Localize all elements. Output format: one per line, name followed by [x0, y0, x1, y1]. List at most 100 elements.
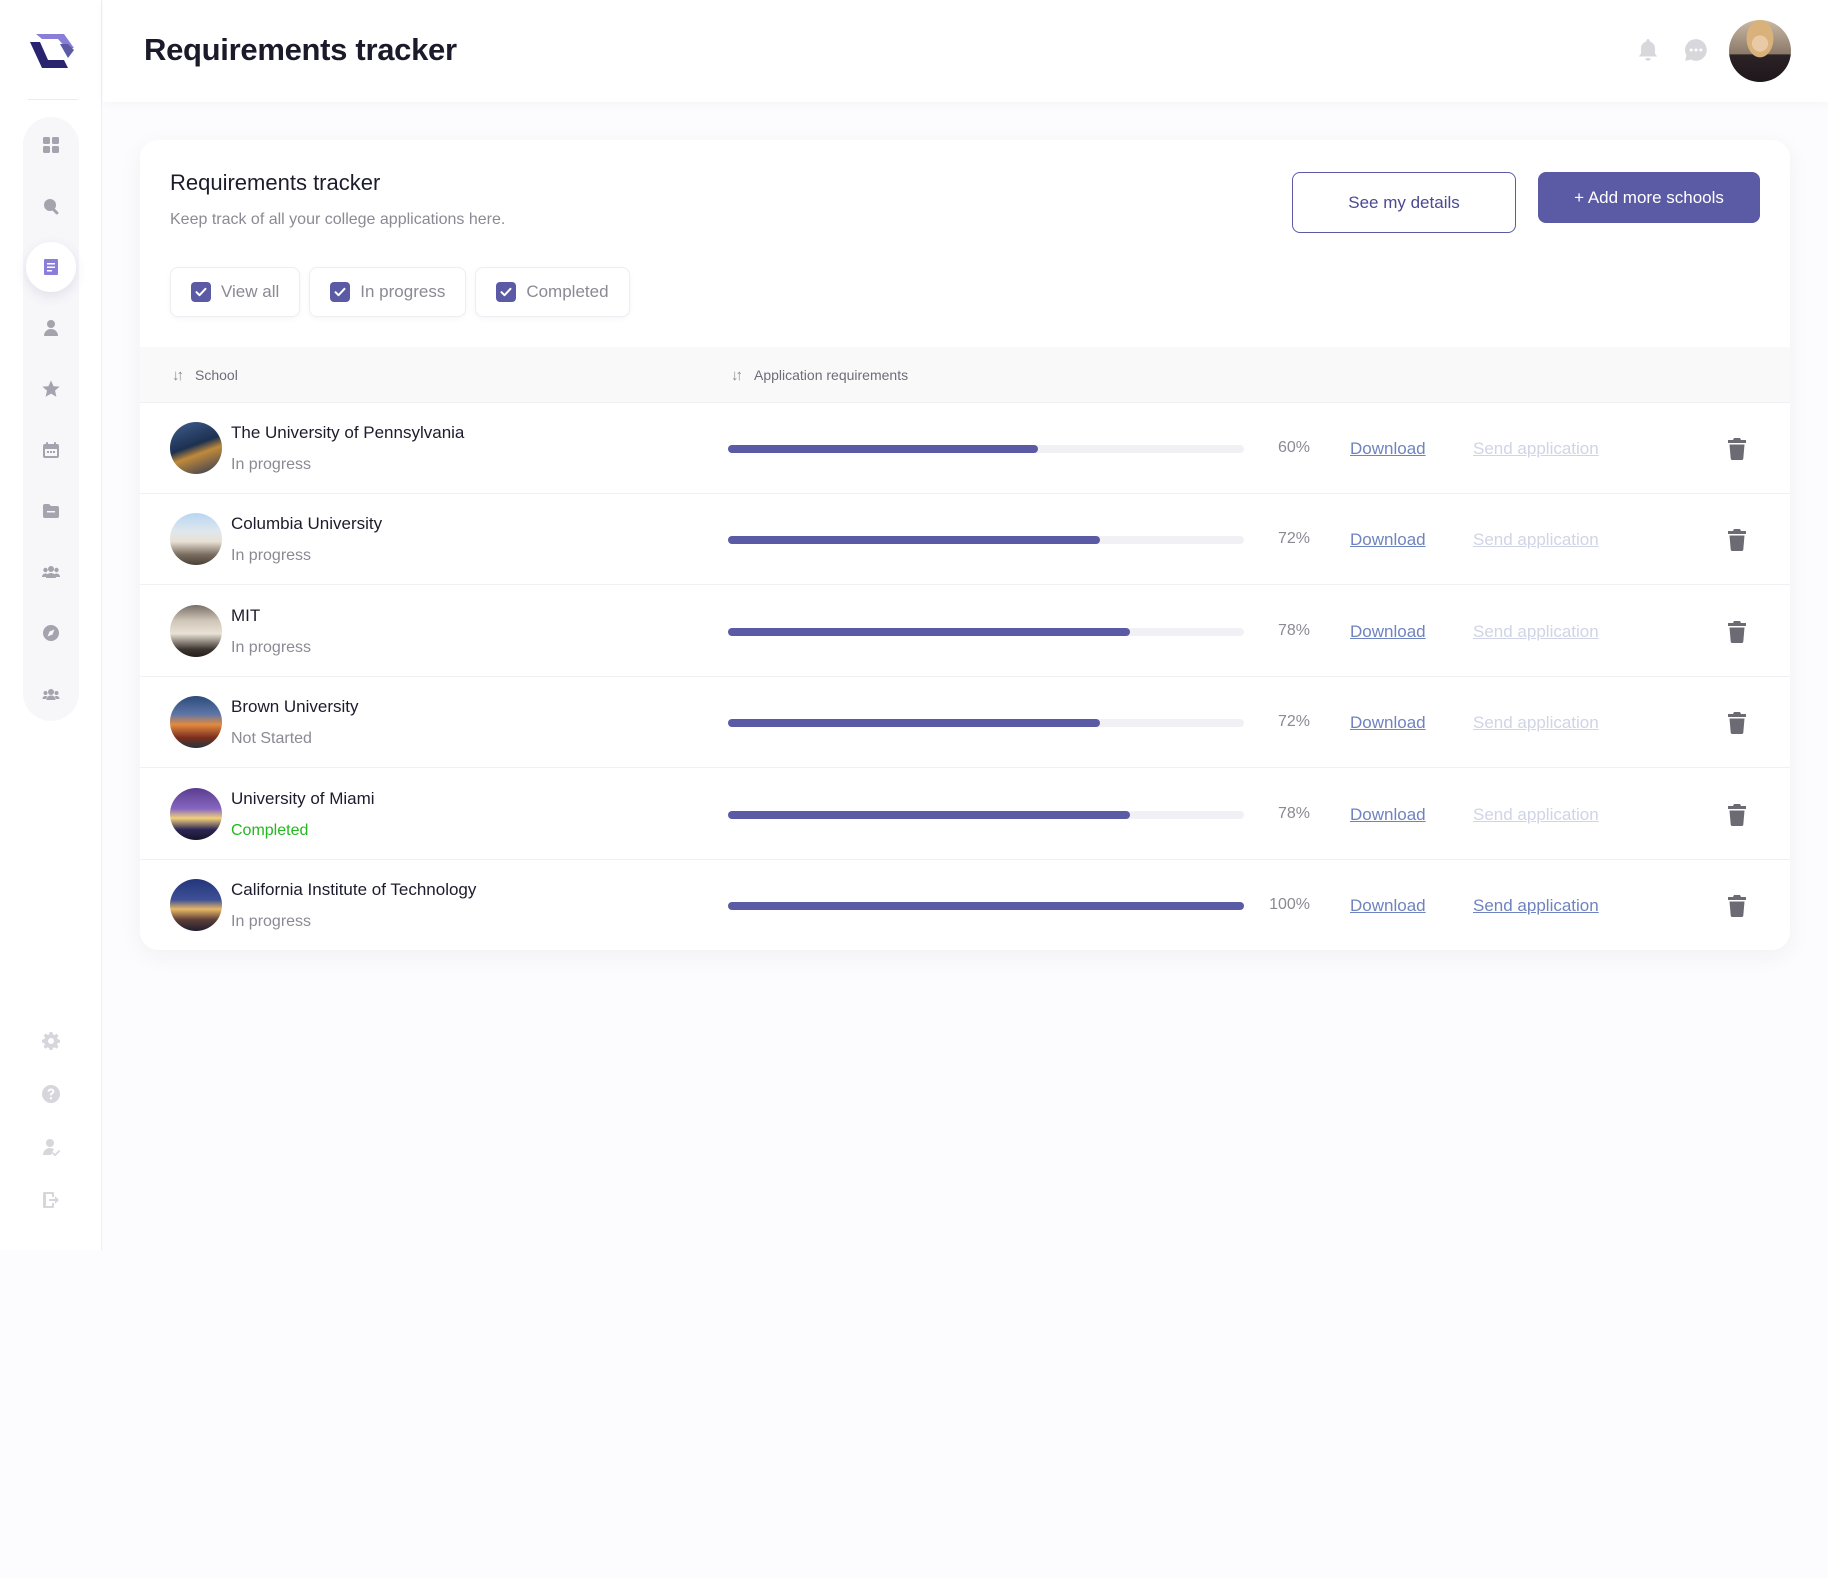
delete-button[interactable]: [1727, 438, 1747, 460]
download-link[interactable]: Download: [1350, 530, 1426, 550]
application-status: Not Started: [231, 730, 312, 748]
school-name: The University of Pennsylvania: [231, 423, 465, 442]
progress-fill: [728, 810, 1131, 819]
download-link[interactable]: Download: [1350, 896, 1426, 916]
send-application-link[interactable]: Send application: [1473, 622, 1599, 642]
application-status: In progress: [231, 913, 312, 930]
logout-icon: [43, 1192, 59, 1208]
progress-bar: [728, 902, 1244, 910]
school-image: [170, 604, 222, 657]
sidebar-item-files[interactable]: [26, 486, 76, 536]
progress-percent: 72%: [1277, 530, 1310, 548]
sidebar-item-help[interactable]: [26, 1069, 76, 1119]
sidebar-item-explore[interactable]: [26, 608, 76, 658]
sort-icon[interactable]: ↓↑: [172, 367, 184, 384]
download-link[interactable]: Download: [1350, 439, 1426, 459]
filter-view-all[interactable]: View all: [170, 267, 301, 317]
checkbox-checked-icon[interactable]: [330, 282, 351, 302]
progress-percent: 78%: [1277, 804, 1310, 822]
notifications-button[interactable]: [1634, 36, 1662, 64]
delete-button[interactable]: [1727, 712, 1747, 735]
sidebar-item-community[interactable]: [26, 669, 76, 719]
delete-button[interactable]: [1727, 803, 1747, 826]
download-link[interactable]: Download: [1350, 622, 1426, 642]
sidebar-item-calendar[interactable]: [26, 425, 76, 475]
progress-percent: 60%: [1277, 439, 1310, 456]
filter-label: Completed: [526, 282, 609, 301]
community-icon: [42, 689, 60, 700]
sidebar-item-account[interactable]: [26, 1122, 76, 1172]
requirements-card: Requirements tracker Keep track of all y…: [140, 140, 1790, 950]
sidebar-item-settings[interactable]: [26, 1016, 76, 1066]
sidebar-item-tracker[interactable]: [26, 242, 76, 292]
user-avatar[interactable]: [1729, 20, 1791, 82]
sidebar-item-profile[interactable]: [26, 303, 76, 353]
application-status: Completed: [231, 821, 309, 839]
trash-icon: [1728, 895, 1746, 917]
download-link[interactable]: Download: [1350, 713, 1426, 733]
delete-button[interactable]: [1727, 895, 1747, 917]
progress-fill: [728, 627, 1131, 636]
school-name: Brown University: [231, 697, 359, 717]
sidebar: [0, 0, 102, 1250]
school-name: MIT: [231, 605, 261, 625]
sidebar-item-search[interactable]: [26, 181, 76, 231]
app-logo[interactable]: [28, 28, 76, 72]
add-more-schools-button[interactable]: + Add more schools: [1538, 172, 1760, 223]
send-application-link[interactable]: Send application: [1473, 439, 1599, 459]
send-application-link[interactable]: Send application: [1473, 805, 1599, 825]
school-name: California Institute of Technology: [231, 880, 477, 899]
checkbox-checked-icon[interactable]: [191, 282, 211, 302]
application-status: In progress: [231, 456, 312, 473]
progress-bar: [728, 719, 1244, 728]
see-my-details-button[interactable]: See my details: [1292, 172, 1516, 233]
send-application-link[interactable]: Send application: [1473, 896, 1599, 916]
school-image: [170, 422, 222, 474]
table-row: MIT In progress 78% Download Send applic…: [140, 586, 1790, 677]
send-application-link[interactable]: Send application: [1473, 530, 1599, 550]
table-header: ↓↑ School ↓↑ Application requirements: [140, 347, 1790, 403]
school-image: [170, 696, 222, 749]
column-header-requirements[interactable]: ↓↑ Application requirements: [731, 347, 908, 403]
chat-icon: [1685, 39, 1707, 61]
school-name: Columbia University: [231, 514, 383, 534]
progress-percent: 78%: [1277, 621, 1310, 639]
table-row: California Institute of Technology In pr…: [140, 860, 1790, 950]
trash-icon: [1728, 712, 1746, 735]
logo-divider: [28, 99, 78, 100]
progress-percent: 100%: [1269, 896, 1310, 913]
checkbox-checked-icon[interactable]: [496, 282, 517, 302]
card-title: Requirements tracker: [170, 170, 381, 195]
bell-icon: [1638, 39, 1658, 61]
document-icon: [44, 259, 58, 275]
download-link[interactable]: Download: [1350, 805, 1426, 825]
sidebar-item-logout[interactable]: [26, 1175, 76, 1225]
delete-button[interactable]: [1727, 529, 1747, 552]
trash-icon: [1728, 529, 1746, 552]
progress-bar: [728, 536, 1244, 545]
top-header: Requirements tracker: [103, 0, 1828, 102]
filter-completed[interactable]: Completed: [475, 267, 630, 317]
progress-bar: [728, 627, 1244, 636]
messages-button[interactable]: [1682, 36, 1710, 64]
column-label-school: School: [195, 367, 238, 383]
sort-icon[interactable]: ↓↑: [731, 367, 743, 384]
delete-button[interactable]: [1727, 620, 1747, 643]
user-icon: [44, 320, 58, 336]
progress-fill: [728, 445, 1038, 453]
school-image: [170, 787, 222, 840]
sidebar-item-favorites[interactable]: [26, 364, 76, 414]
account-icon: [43, 1139, 60, 1156]
table-row: The University of Pennsylvania In progre…: [140, 403, 1790, 494]
search-icon: [44, 199, 59, 215]
filter-in-progress[interactable]: In progress: [309, 267, 467, 317]
send-application-link[interactable]: Send application: [1473, 713, 1599, 733]
filter-label: View all: [221, 282, 280, 301]
sidebar-item-dashboard[interactable]: [26, 120, 76, 170]
card-subtitle: Keep track of all your college applicati…: [170, 211, 506, 228]
trash-icon: [1728, 803, 1746, 826]
sidebar-item-groups[interactable]: [26, 547, 76, 597]
column-header-school[interactable]: ↓↑ School: [172, 347, 238, 403]
school-image: [170, 879, 222, 931]
progress-fill: [728, 536, 1100, 545]
